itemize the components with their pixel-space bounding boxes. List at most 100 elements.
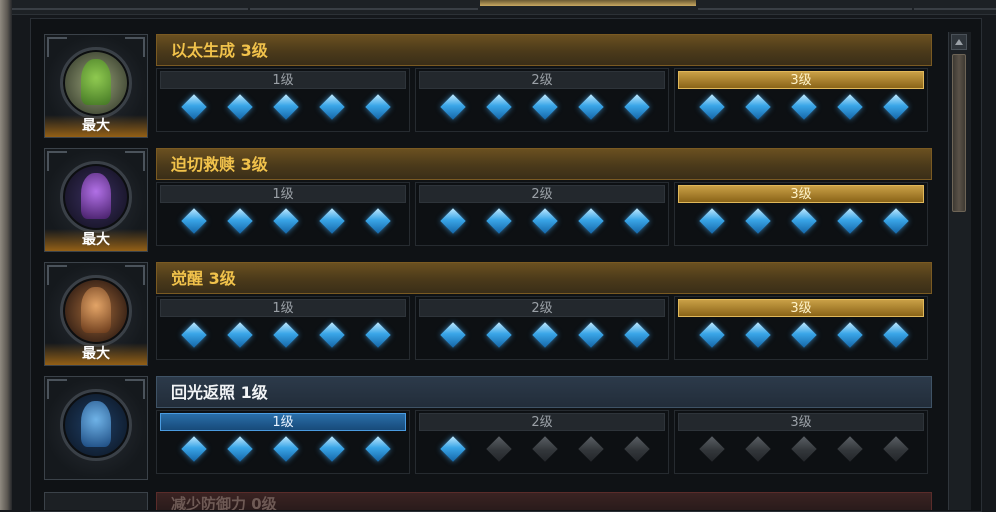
gem-lit-icon — [486, 94, 512, 120]
tab-active[interactable] — [480, 0, 696, 6]
gem-lit-icon — [699, 322, 725, 348]
tab-4[interactable] — [698, 0, 912, 10]
level-label: 1级 — [160, 71, 406, 89]
gem-lit-icon — [791, 94, 817, 120]
gem-lit-icon — [699, 94, 725, 120]
skill-title-partial: 减少防御力 0级 — [156, 492, 932, 510]
tab-1[interactable] — [12, 0, 248, 10]
gem-lit-icon — [440, 208, 466, 234]
gem-lit-icon — [181, 436, 207, 462]
gem-lit-icon — [532, 208, 558, 234]
gem-lit-icon — [791, 208, 817, 234]
skill-portrait[interactable]: 最大 — [44, 148, 148, 252]
skill-portrait[interactable]: 最大 — [44, 262, 148, 366]
gem-lit-icon — [365, 322, 391, 348]
gem-unlit-icon — [486, 436, 512, 462]
gem-lit-icon — [319, 436, 345, 462]
level-label: 3级 — [678, 413, 924, 431]
level-section[interactable]: 2级 — [415, 296, 669, 360]
level-label: 2级 — [419, 413, 665, 431]
level-label: 2级 — [419, 185, 665, 203]
last-glow-icon — [81, 401, 111, 447]
level-section[interactable]: 2级 — [415, 182, 669, 246]
gem-lit-icon — [181, 322, 207, 348]
level-sections: 1级 2级 3级 — [156, 182, 932, 246]
skill-card[interactable]: 最大 觉醒 3级 1级 2级 3级 — [44, 262, 932, 366]
level-label: 2级 — [419, 299, 665, 317]
scrollbar-thumb[interactable] — [952, 54, 966, 212]
gem-lit-icon — [837, 94, 863, 120]
level-section[interactable]: 1级 — [156, 68, 410, 132]
level-section[interactable]: 3级 — [674, 68, 928, 132]
gem-lit-icon — [227, 208, 253, 234]
gem-lit-icon — [273, 436, 299, 462]
gem-lit-icon — [883, 94, 909, 120]
level-sections: 1级 2级 3级 — [156, 68, 932, 132]
level-label: 3级 — [678, 185, 924, 203]
top-tab-strip — [12, 0, 996, 15]
gem-lit-icon — [440, 322, 466, 348]
gem-lit-icon — [837, 208, 863, 234]
skill-card[interactable]: 回光返照 1级 1级 2级 3级 — [44, 376, 932, 480]
gem-lit-icon — [745, 322, 771, 348]
gem-unlit-icon — [578, 436, 604, 462]
level-section[interactable]: 1级 — [156, 182, 410, 246]
level-label: 1级 — [160, 299, 406, 317]
tab-2[interactable] — [250, 0, 478, 10]
gem-lit-icon — [273, 322, 299, 348]
awakening-icon — [81, 287, 111, 333]
skill-portrait[interactable] — [44, 376, 148, 480]
gem-lit-icon — [745, 94, 771, 120]
gem-unlit-icon — [837, 436, 863, 462]
skill-title: 回光返照 1级 — [156, 376, 932, 408]
level-label: 1级 — [160, 413, 406, 431]
gem-lit-icon — [791, 322, 817, 348]
skill-title: 觉醒 3级 — [156, 262, 932, 294]
level-label: 2级 — [419, 71, 665, 89]
gem-unlit-icon — [699, 436, 725, 462]
gem-unlit-icon — [883, 436, 909, 462]
level-section[interactable]: 3级 — [674, 410, 928, 474]
aether-generation-icon — [81, 59, 111, 105]
scrollbar[interactable] — [948, 32, 971, 510]
gem-lit-icon — [486, 208, 512, 234]
gem-lit-icon — [227, 436, 253, 462]
gem-unlit-icon — [532, 436, 558, 462]
level-label: 1级 — [160, 185, 406, 203]
level-section[interactable]: 3级 — [674, 182, 928, 246]
gem-lit-icon — [532, 94, 558, 120]
gem-lit-icon — [486, 322, 512, 348]
background-edge — [0, 0, 12, 510]
gem-lit-icon — [440, 94, 466, 120]
gem-lit-icon — [837, 322, 863, 348]
scroll-up-arrow-icon[interactable] — [951, 34, 967, 50]
gem-lit-icon — [319, 94, 345, 120]
gem-lit-icon — [319, 208, 345, 234]
level-section[interactable]: 3级 — [674, 296, 928, 360]
level-section[interactable]: 1级 — [156, 410, 410, 474]
gem-lit-icon — [273, 94, 299, 120]
urgent-redemption-icon — [81, 173, 111, 219]
max-level-label: 最大 — [45, 229, 147, 251]
gem-lit-icon — [624, 322, 650, 348]
gem-lit-icon — [745, 208, 771, 234]
level-section[interactable]: 2级 — [415, 68, 669, 132]
gem-unlit-icon — [624, 436, 650, 462]
level-section[interactable]: 1级 — [156, 296, 410, 360]
gem-lit-icon — [699, 208, 725, 234]
gem-lit-icon — [440, 436, 466, 462]
gem-lit-icon — [273, 208, 299, 234]
level-section[interactable]: 2级 — [415, 410, 669, 474]
gem-lit-icon — [578, 322, 604, 348]
gem-lit-icon — [181, 208, 207, 234]
skill-title: 迫切救赎 3级 — [156, 148, 932, 180]
skill-card[interactable]: 最大 以太生成 3级 1级 2级 3级 — [44, 34, 932, 138]
gem-lit-icon — [883, 208, 909, 234]
max-level-label: 最大 — [45, 115, 147, 137]
skill-card-partial[interactable]: 减少防御力 0级 — [44, 492, 932, 510]
gem-lit-icon — [227, 94, 253, 120]
tab-5[interactable] — [914, 0, 996, 10]
skill-portrait[interactable]: 最大 — [44, 34, 148, 138]
level-label: 3级 — [678, 71, 924, 89]
skill-card[interactable]: 最大 迫切救赎 3级 1级 2级 3级 — [44, 148, 932, 252]
